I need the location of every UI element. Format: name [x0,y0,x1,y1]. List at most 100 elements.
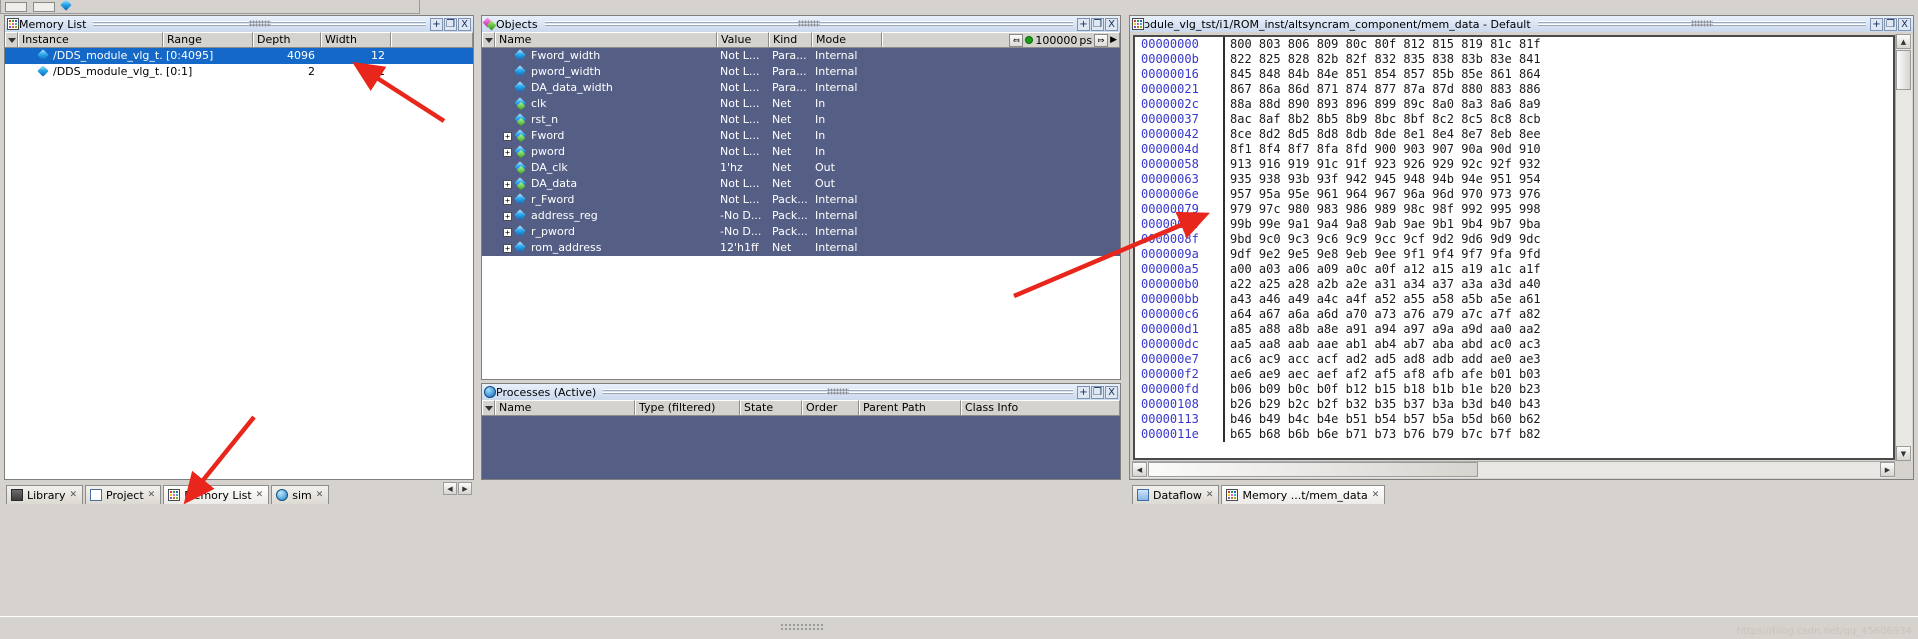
table-row[interactable]: + r_pword -No D... Pack... Internal [482,224,1120,240]
sort-indicator-icon[interactable] [482,400,495,415]
dock-button[interactable]: + [1870,17,1883,31]
memory-data-row[interactable]: 00000037 8ac 8af 8b2 8b5 8b9 8bc 8bf 8c2 … [1135,112,1893,127]
table-row[interactable]: + r_Fword Not L... Pack... Internal [482,192,1120,208]
memory-data-row[interactable]: 000000d1 a85 a88 a8b a8e a91 a94 a97 a9a … [1135,322,1893,337]
object-name-cell[interactable]: + DA_data [495,176,717,192]
object-name-cell[interactable]: + pword [495,144,717,160]
memory-data-row[interactable]: 0000004d 8f1 8f4 8f7 8fa 8fd 900 903 907 … [1135,142,1893,157]
memory-data-row[interactable]: 0000009a 9df 9e2 9e5 9e8 9eb 9ee 9f1 9f4 … [1135,247,1893,262]
scroll-right-button[interactable]: ▶ [1880,462,1895,477]
tab-sim[interactable]: sim ✕ [271,485,330,504]
memory-list-body[interactable]: /DDS_module_vlg_t... [0:4095] 4096 12 /D… [5,48,473,479]
expand-icon[interactable]: + [503,227,512,237]
memory-data-row[interactable]: 0000006e 957 95a 95e 961 964 967 96a 96d … [1135,187,1893,202]
toolbar-field[interactable] [5,1,27,12]
memory-data-row[interactable]: 00000021 867 86a 86d 871 874 877 87a 87d … [1135,82,1893,97]
memory-data-vscrollbar[interactable]: ▲ ▼ [1895,34,1912,461]
scroll-right-button[interactable]: ▶ [458,482,472,495]
objects-body[interactable]: Fword_width Not L... Para... Internal pword_… [482,48,1120,379]
scroll-down-button[interactable]: ▼ [1896,446,1911,461]
next-transition-icon[interactable]: ⤇ [1094,33,1109,47]
memory-data-row[interactable]: 00000084 99b 99e 9a1 9a4 9a8 9ab 9ae 9b1 … [1135,217,1893,232]
object-name-cell[interactable]: Fword_width [495,48,717,64]
status-grip[interactable] [780,623,824,631]
column-header-instance[interactable]: Instance [18,32,163,47]
memory-data-row[interactable]: 0000008f 9bd 9c0 9c3 9c6 9c9 9cc 9cf 9d2 … [1135,232,1893,247]
table-row[interactable]: + DA_data Not L... Net Out [482,176,1120,192]
prev-transition-icon[interactable]: ⤆ [1009,33,1024,47]
memory-data-row[interactable]: 00000000 800 803 806 809 80c 80f 812 815 … [1135,37,1893,52]
expand-icon[interactable]: + [503,243,512,253]
column-header-type[interactable]: Type (filtered) [635,400,740,415]
table-row[interactable]: + address_reg -No D... Pack... Internal [482,208,1120,224]
memory-list-titlebar[interactable]: Memory List + ❐ X [5,16,473,32]
column-header-parent-path[interactable]: Parent Path [859,400,961,415]
memory-data-grid[interactable]: 00000000 800 803 806 809 80c 80f 812 815 … [1133,35,1895,460]
tab-library[interactable]: Library ✕ [6,485,84,504]
memory-data-row[interactable]: 00000113 b46 b49 b4c b4e b51 b54 b57 b5a … [1135,412,1893,427]
memory-data-row[interactable]: 000000c6 a64 a67 a6a a6d a70 a73 a76 a79 … [1135,307,1893,322]
object-name-cell[interactable]: + r_pword [495,224,717,240]
object-name-cell[interactable]: + r_Fword [495,192,717,208]
toolbar-field-2[interactable] [33,1,55,12]
table-row[interactable]: + Fword Not L... Net In [482,128,1120,144]
column-header-name[interactable]: Name [495,400,635,415]
table-row[interactable]: DA_clk 1'hz Net Out [482,160,1120,176]
dock-button[interactable]: + [1077,385,1090,399]
scroll-left-button[interactable]: ◀ [443,482,457,495]
tab-dataflow[interactable]: Dataflow ✕ [1132,485,1220,504]
memory-data-row[interactable]: 000000b0 a22 a25 a28 a2b a2e a31 a34 a37 … [1135,277,1893,292]
table-row[interactable]: pword_width Not L... Para... Internal [482,64,1120,80]
close-button[interactable]: X [1105,385,1118,399]
dock-button[interactable]: + [1077,17,1090,31]
memory-data-row[interactable]: 00000042 8ce 8d2 8d5 8d8 8db 8de 8e1 8e4 … [1135,127,1893,142]
memory-data-row[interactable]: 000000dc aa5 aa8 aab aae ab1 ab4 ab7 aba … [1135,337,1893,352]
sort-indicator-icon[interactable] [5,32,18,47]
object-name-cell[interactable]: + address_reg [495,208,717,224]
memory-data-row[interactable]: 00000063 935 938 93b 93f 942 945 948 94b … [1135,172,1893,187]
memory-data-row[interactable]: 000000e7 ac6 ac9 acc acf ad2 ad5 ad8 adb … [1135,352,1893,367]
memory-data-row[interactable]: 00000016 845 848 84b 84e 851 854 857 85b … [1135,67,1893,82]
close-button[interactable]: X [458,17,471,31]
object-name-cell[interactable]: + Fword [495,128,717,144]
scroll-up-button[interactable]: ▲ [1896,34,1911,49]
memory-data-titlebar[interactable]: ɔdule_vlg_tst/i1/ROM_inst/altsyncram_com… [1130,16,1913,32]
tab-close-icon[interactable]: ✕ [69,490,77,500]
tab-close-icon[interactable]: ✕ [316,490,324,500]
sort-indicator-icon[interactable] [482,32,495,47]
table-row[interactable]: DA_data_width Not L... Para... Internal [482,80,1120,96]
undock-button[interactable]: ❐ [1091,385,1104,399]
undock-button[interactable]: ❐ [1091,17,1104,31]
tab-close-icon[interactable]: ✕ [148,490,156,500]
table-row[interactable]: clk Not L... Net In [482,96,1120,112]
column-header-depth[interactable]: Depth [253,32,321,47]
object-name-cell[interactable]: clk [495,96,717,112]
expand-icon[interactable]: + [503,179,512,189]
column-header-width[interactable]: Width [321,32,391,47]
memory-data-row[interactable]: 00000058 913 916 919 91c 91f 923 926 929 … [1135,157,1893,172]
memory-data-row[interactable]: 000000a5 a00 a03 a06 a09 a0c a0f a12 a15 … [1135,262,1893,277]
processes-body[interactable] [482,416,1120,479]
close-button[interactable]: X [1105,17,1118,31]
dock-button[interactable]: + [430,17,443,31]
close-button[interactable]: X [1898,17,1911,31]
table-row[interactable]: rst_n Not L... Net In [482,112,1120,128]
column-header-state[interactable]: State [740,400,802,415]
processes-titlebar[interactable]: Processes (Active) + ❐ X [482,384,1120,400]
object-name-cell[interactable]: + rom_address [495,240,717,256]
tab-close-icon[interactable]: ✕ [1206,490,1214,500]
undock-button[interactable]: ❐ [444,17,457,31]
memory-data-row[interactable]: 0000002c 88a 88d 890 893 896 899 89c 8a0 … [1135,97,1893,112]
column-header-mode[interactable]: Mode [812,32,882,47]
objects-titlebar[interactable]: Objects + ❐ X [482,16,1120,32]
column-header-range[interactable]: Range [163,32,253,47]
memory-data-row[interactable]: 00000108 b26 b29 b2c b2f b32 b35 b37 b3a … [1135,397,1893,412]
memory-data-row[interactable]: 0000000b 822 825 828 82b 82f 832 835 838 … [1135,52,1893,67]
object-name-cell[interactable]: DA_data_width [495,80,717,96]
table-row[interactable]: Fword_width Not L... Para... Internal [482,48,1120,64]
hscroll-thumb[interactable] [1148,462,1478,477]
table-row[interactable]: + rom_address 12'h1ff Net Internal [482,240,1120,256]
tab-close-icon[interactable]: ✕ [256,490,264,500]
table-row[interactable]: /DDS_module_vlg_t... [0:4095] 4096 12 [5,48,473,64]
memory-data-row[interactable]: 00000079 979 97c 980 983 986 989 98c 98f … [1135,202,1893,217]
